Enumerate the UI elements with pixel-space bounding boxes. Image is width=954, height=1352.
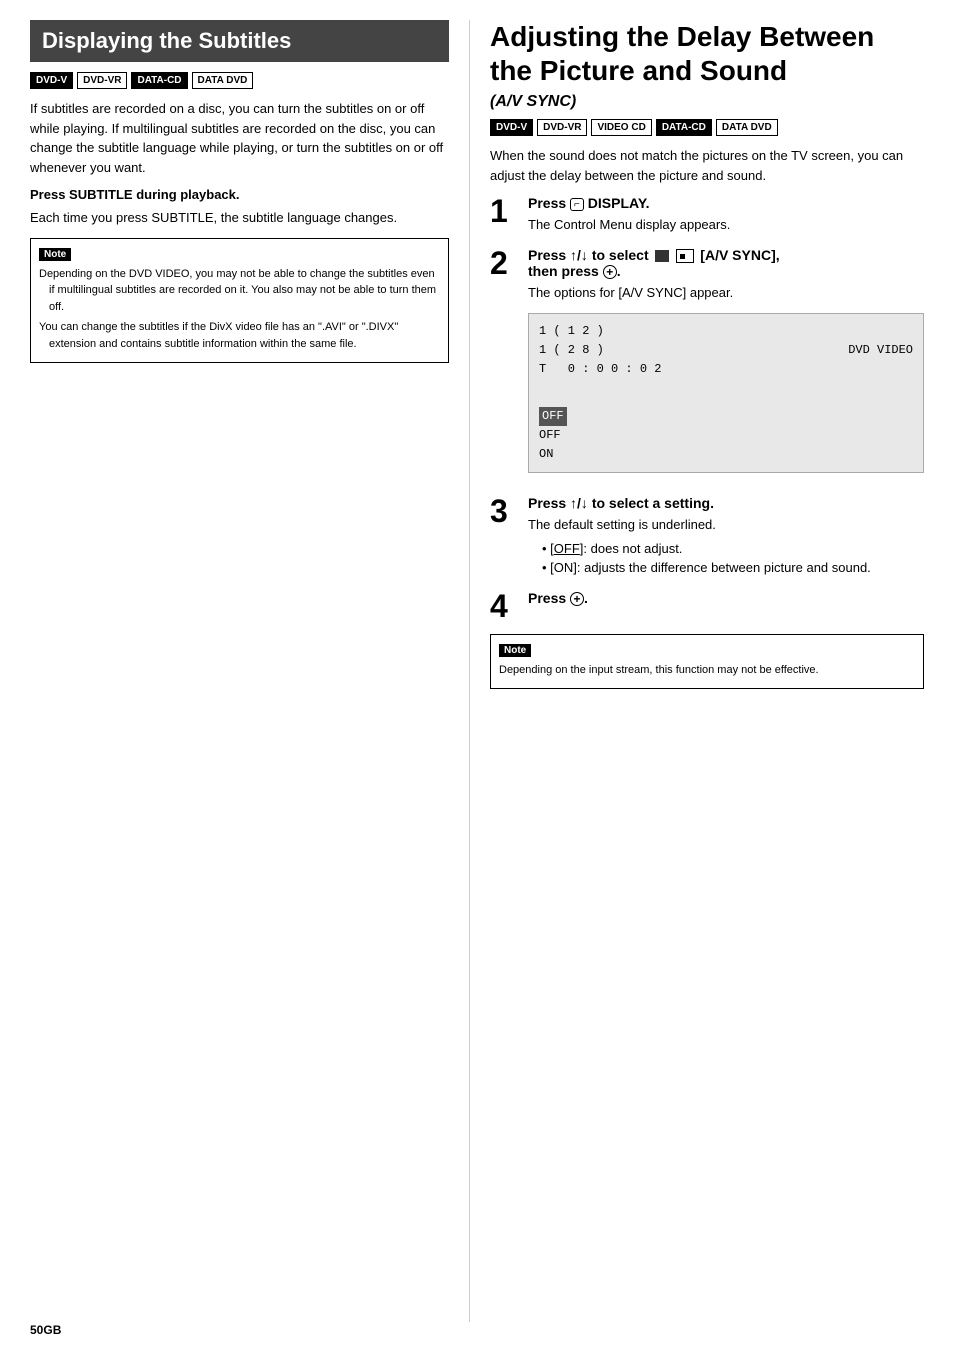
off-underline: OFF	[554, 541, 580, 556]
left-subsection-text: Each time you press SUBTITLE, the subtit…	[30, 208, 449, 228]
left-intro-text: If subtitles are recorded on a disc, you…	[30, 99, 449, 177]
right-column: Adjusting the Delay Between the Picture …	[470, 20, 924, 1322]
left-note-box: Note Depending on the DVD VIDEO, you may…	[30, 238, 449, 364]
step-3-content: Press ↑/↓ to select a setting. The defau…	[528, 495, 924, 578]
left-note-1: Depending on the DVD VIDEO, you may not …	[39, 266, 440, 316]
step-3-option-off: [OFF]: does not adjust.	[542, 539, 924, 559]
step-4-circle-plus-icon: +	[570, 592, 584, 606]
page-number: 50GB	[30, 1323, 61, 1337]
step-3-options: [OFF]: does not adjust. [ON]: adjusts th…	[542, 539, 924, 578]
right-note-1: Depending on the input stream, this func…	[499, 662, 915, 679]
step-1-title: Press ⌐ DISPLAY.	[528, 195, 924, 211]
step-4-title: Press +.	[528, 590, 924, 606]
screen-off-highlight: OFF	[539, 407, 567, 426]
screen-row-6: ON	[539, 445, 913, 464]
step-4: 4 Press +.	[490, 590, 924, 622]
screen-row-3: T 0 : 0 0 : 0 2	[539, 360, 913, 379]
step-2-number: 2	[490, 247, 520, 279]
badge-dvd-v: DVD-V	[30, 72, 73, 89]
left-section-title: Displaying the Subtitles	[30, 20, 449, 62]
screen-cell-2-left: 1 ( 2 8 )	[539, 341, 604, 360]
right-note-label: Note	[499, 644, 531, 657]
grid-icon	[676, 249, 694, 263]
right-badges: DVD-V DVD-VR VIDEO CD DATA-CD DATA DVD	[490, 119, 924, 136]
step-4-number: 4	[490, 590, 520, 622]
screen-cell-2-right: DVD VIDEO	[848, 341, 913, 360]
av-sync-subtitle: (A/V SYNC)	[490, 93, 924, 111]
step-2-content: Press ↑/↓ to select [A/V SYNC], then pre…	[528, 247, 924, 483]
screen-mockup: 1 ( 1 2 ) 1 ( 2 8 ) DVD VIDEO T 0 : 0 0 …	[528, 313, 924, 473]
screen-row-1: 1 ( 1 2 )	[539, 322, 913, 341]
step-2-desc: The options for [A/V SYNC] appear.	[528, 283, 924, 303]
step-3-desc-1: The default setting is underlined.	[528, 515, 924, 535]
right-badge-data-cd: DATA-CD	[656, 119, 712, 136]
left-badges: DVD-V DVD-VR DATA-CD DATA DVD	[30, 72, 449, 89]
step-2-title: Press ↑/↓ to select [A/V SYNC], then pre…	[528, 247, 924, 280]
left-subsection-title: Press SUBTITLE during playback.	[30, 187, 449, 202]
screen-row-5: OFF	[539, 426, 913, 445]
step-3-number: 3	[490, 495, 520, 527]
screen-spacer	[539, 383, 913, 402]
step-1: 1 Press ⌐ DISPLAY. The Control Menu disp…	[490, 195, 924, 235]
badge-data-cd: DATA-CD	[131, 72, 187, 89]
right-section-title: Adjusting the Delay Between the Picture …	[490, 20, 924, 87]
step-3-option-on: [ON]: adjusts the difference between pic…	[542, 558, 924, 578]
screen-row-2: 1 ( 2 8 ) DVD VIDEO	[539, 341, 913, 360]
step-1-desc: The Control Menu display appears.	[528, 215, 924, 235]
right-badge-video-cd: VIDEO CD	[591, 119, 651, 136]
film-icon	[655, 250, 669, 262]
screen-off: OFF	[539, 426, 561, 445]
badge-dvd-vr: DVD-VR	[77, 72, 127, 89]
circle-plus-icon: +	[603, 265, 617, 279]
left-note-label: Note	[39, 248, 71, 261]
right-note-box: Note Depending on the input stream, this…	[490, 634, 924, 690]
page: Displaying the Subtitles DVD-V DVD-VR DA…	[0, 0, 954, 1352]
badge-data-dvd: DATA DVD	[192, 72, 254, 89]
screen-on: ON	[539, 445, 553, 464]
left-column: Displaying the Subtitles DVD-V DVD-VR DA…	[30, 20, 470, 1322]
right-badge-data-dvd: DATA DVD	[716, 119, 778, 136]
step-4-content: Press +.	[528, 590, 924, 610]
right-badge-dvd-v: DVD-V	[490, 119, 533, 136]
left-note-2: You can change the subtitles if the DivX…	[39, 319, 440, 352]
right-badge-dvd-vr: DVD-VR	[537, 119, 587, 136]
display-icon: ⌐	[570, 198, 584, 211]
screen-cell-3-left: T 0 : 0 0 : 0 2	[539, 360, 661, 379]
screen-row-4: OFF	[539, 407, 913, 426]
screen-cell-1-left: 1 ( 1 2 )	[539, 322, 604, 341]
step-1-number: 1	[490, 195, 520, 227]
step-3-title: Press ↑/↓ to select a setting.	[528, 495, 924, 511]
step-3: 3 Press ↑/↓ to select a setting. The def…	[490, 495, 924, 578]
step-2: 2 Press ↑/↓ to select [A/V SYNC], then p…	[490, 247, 924, 483]
right-intro-text: When the sound does not match the pictur…	[490, 146, 924, 185]
step-1-content: Press ⌐ DISPLAY. The Control Menu displa…	[528, 195, 924, 235]
